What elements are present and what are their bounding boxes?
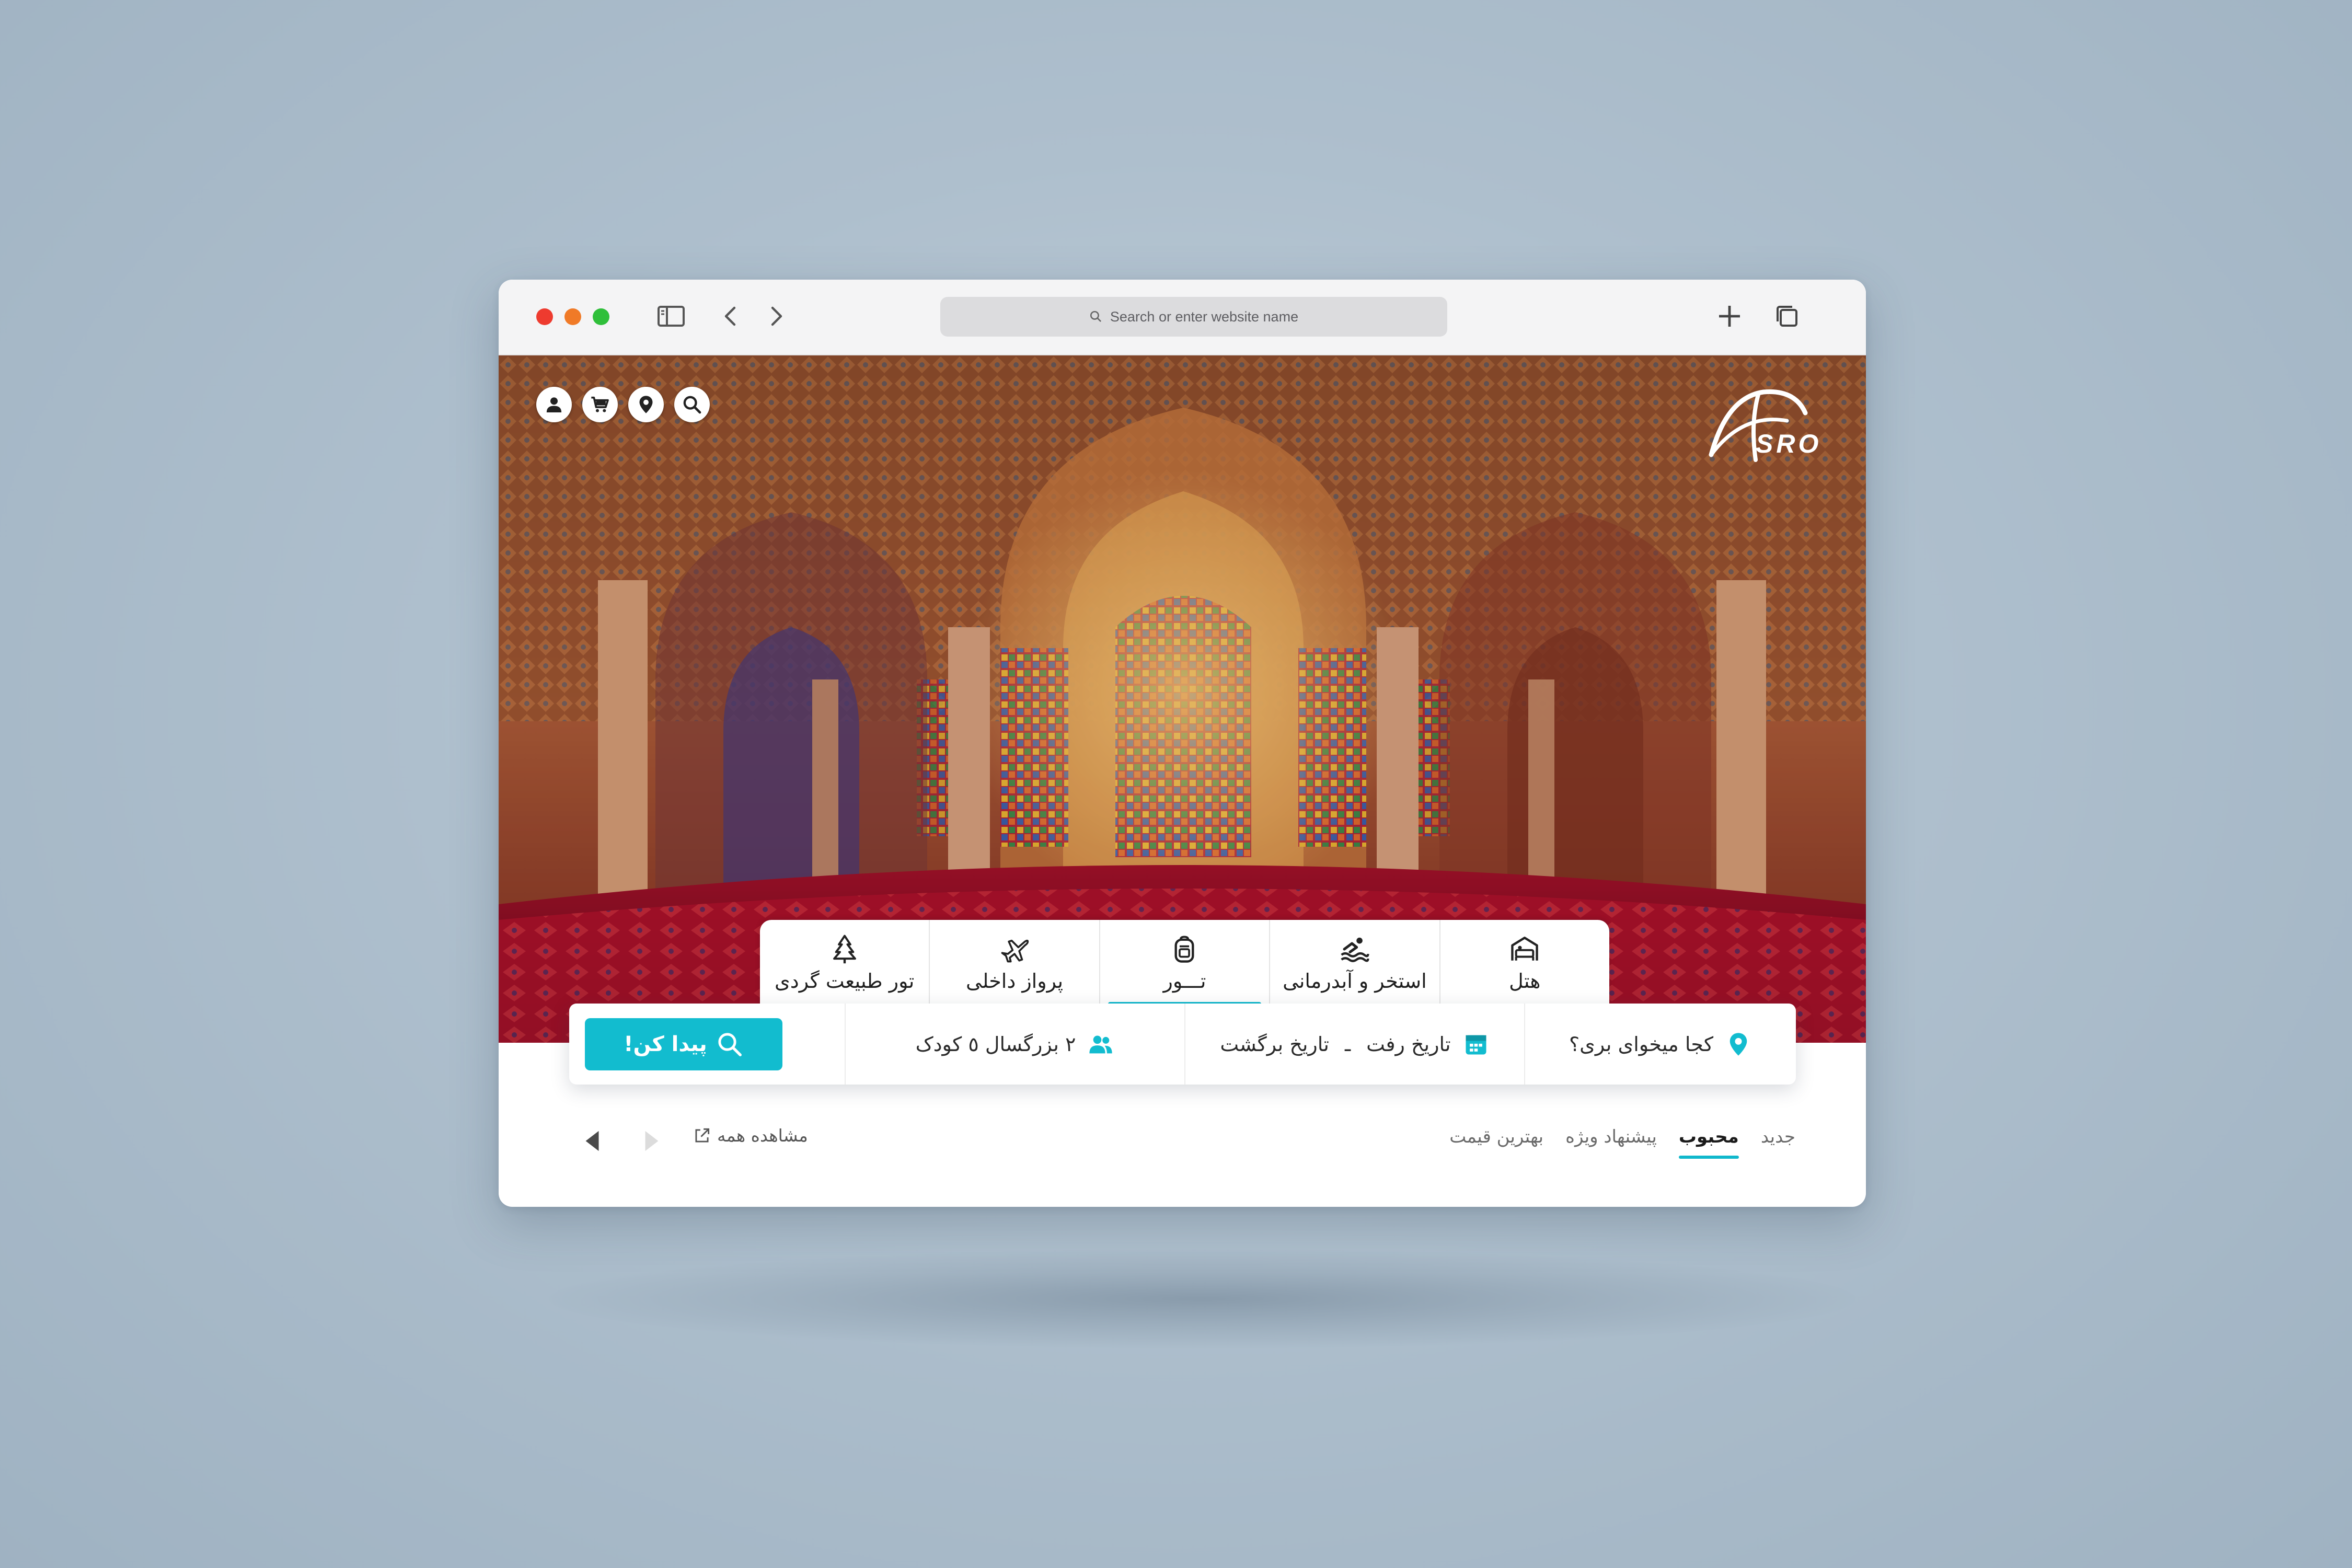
filter-new[interactable]: جدید bbox=[1761, 1126, 1795, 1159]
see-all-label: مشاهده همه bbox=[717, 1125, 808, 1146]
passengers-text: ۲ بزرگسال ٥ کودک bbox=[915, 1032, 1076, 1056]
destination-placeholder: کجا میخوای بری؟ bbox=[1569, 1032, 1714, 1056]
tab-domestic-flight[interactable]: پرواز داخلی bbox=[929, 920, 1099, 1006]
destination-field[interactable]: کجا میخوای بری؟ bbox=[1524, 1004, 1796, 1085]
tab-domestic-flight-label: پرواز داخلی bbox=[966, 969, 1064, 993]
tab-hotel[interactable]: هتل bbox=[1439, 920, 1609, 1006]
swimming-icon bbox=[1341, 937, 1369, 962]
people-icon bbox=[1089, 1035, 1113, 1053]
tabs-overview-icon[interactable] bbox=[1771, 301, 1803, 332]
filter-popular[interactable]: محبوب bbox=[1678, 1126, 1739, 1159]
tab-pool[interactable]: استخر و آبدرمانی bbox=[1269, 920, 1439, 1006]
calendar-icon bbox=[1466, 1035, 1486, 1054]
backpack-icon bbox=[1174, 935, 1194, 963]
filter-special-offer[interactable]: پیشنهاد ویژه bbox=[1565, 1126, 1657, 1159]
minimize-window-button[interactable] bbox=[564, 308, 581, 325]
passengers-field[interactable]: ۲ بزرگسال ٥ کودک bbox=[845, 1004, 1184, 1085]
search-icon bbox=[718, 1033, 742, 1056]
airplane-icon bbox=[1001, 939, 1029, 962]
user-icon[interactable] bbox=[536, 387, 572, 422]
tab-pool-label: استخر و آبدرمانی bbox=[1283, 969, 1427, 993]
hotel-icon bbox=[1511, 936, 1539, 961]
return-date-label[interactable]: تاریخ برگشت bbox=[1220, 1033, 1329, 1056]
carousel-next-icon[interactable] bbox=[641, 1129, 662, 1153]
search-icon bbox=[1090, 310, 1101, 322]
filter-best-price[interactable]: بهترین قیمت bbox=[1449, 1126, 1543, 1159]
browser-toolbar: Search or enter website name bbox=[499, 280, 1866, 355]
new-tab-icon[interactable] bbox=[1714, 301, 1745, 332]
close-window-button[interactable] bbox=[536, 308, 553, 325]
forward-icon[interactable] bbox=[760, 301, 791, 332]
sidebar-icon[interactable] bbox=[655, 301, 687, 332]
tab-tour-label: تـــور bbox=[1163, 969, 1206, 993]
search-icon[interactable] bbox=[674, 387, 710, 422]
browser-window: Search or enter website name SRO هتل است… bbox=[499, 280, 1866, 1207]
date-separator: ـ bbox=[1344, 1032, 1351, 1056]
tab-hotel-label: هتل bbox=[1509, 969, 1541, 993]
carousel-prev-icon[interactable] bbox=[582, 1129, 603, 1153]
logo-text: SRO bbox=[1756, 429, 1822, 458]
search-bar: کجا میخوای بری؟ تاریخ رفت ـ تاریخ برگشت … bbox=[569, 1004, 1796, 1085]
category-tabs: هتل استخر و آبدرمانی تـــور پرواز داخلی … bbox=[760, 920, 1609, 1006]
back-icon[interactable] bbox=[716, 301, 747, 332]
find-button-label: پیدا کن! bbox=[624, 1032, 707, 1056]
address-bar[interactable]: Search or enter website name bbox=[940, 297, 1447, 337]
address-placeholder: Search or enter website name bbox=[1110, 308, 1299, 325]
tab-nature-tour-label: تور طبیعت گردی bbox=[775, 969, 915, 993]
tab-tour[interactable]: تـــور bbox=[1099, 920, 1269, 1006]
depart-date-label[interactable]: تاریخ رفت bbox=[1366, 1033, 1451, 1056]
location-icon[interactable] bbox=[628, 387, 664, 422]
tree-icon bbox=[833, 935, 856, 963]
filter-tabs: جدید محبوب پیشنهاد ویژه بهترین قیمت bbox=[1449, 1126, 1795, 1159]
see-all-link[interactable]: مشاهده همه bbox=[692, 1125, 808, 1146]
cart-icon[interactable] bbox=[582, 387, 618, 422]
maximize-window-button[interactable] bbox=[593, 308, 609, 325]
floor-shadow bbox=[549, 1249, 1855, 1348]
location-pin-icon bbox=[1730, 1032, 1747, 1056]
tab-nature-tour[interactable]: تور طبیعت گردی bbox=[760, 920, 929, 1006]
external-link-icon bbox=[695, 1128, 710, 1143]
date-range-field[interactable]: تاریخ رفت ـ تاریخ برگشت bbox=[1184, 1004, 1524, 1085]
find-button[interactable]: پیدا کن! bbox=[585, 1018, 782, 1070]
